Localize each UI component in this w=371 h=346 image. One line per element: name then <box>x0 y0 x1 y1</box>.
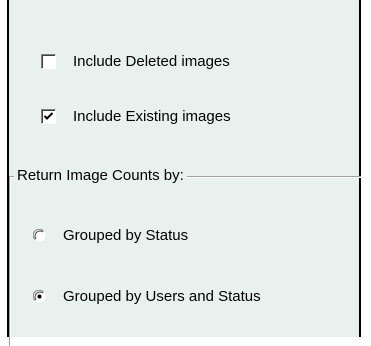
radio-grouped-by-status-row[interactable]: Grouped by Status <box>33 227 188 244</box>
include-deleted-label: Include Deleted images <box>73 53 230 70</box>
radio-unselected-icon <box>33 229 46 242</box>
checkmark-icon <box>43 112 54 120</box>
grouped-by-users-status-label: Grouped by Users and Status <box>63 288 261 305</box>
include-existing-label: Include Existing images <box>73 108 231 125</box>
grouped-by-status-radio[interactable] <box>33 229 46 242</box>
grouped-by-status-label: Grouped by Status <box>63 227 189 244</box>
include-deleted-checkbox[interactable] <box>41 54 56 69</box>
return-counts-group: Return Image Counts by: Grouped by Statu… <box>9 167 361 346</box>
radio-grouped-by-users-status-row[interactable]: Grouped by Users and Status <box>33 288 261 305</box>
radio-selected-icon <box>33 290 46 303</box>
options-panel: Include Deleted images Include Existing … <box>7 0 361 346</box>
include-existing-checkbox[interactable] <box>41 109 56 124</box>
include-deleted-row[interactable]: Include Deleted images <box>41 53 230 70</box>
return-counts-legend: Return Image Counts by: <box>14 167 187 184</box>
include-existing-row[interactable]: Include Existing images <box>41 108 231 125</box>
grouped-by-users-status-radio[interactable] <box>33 290 46 303</box>
